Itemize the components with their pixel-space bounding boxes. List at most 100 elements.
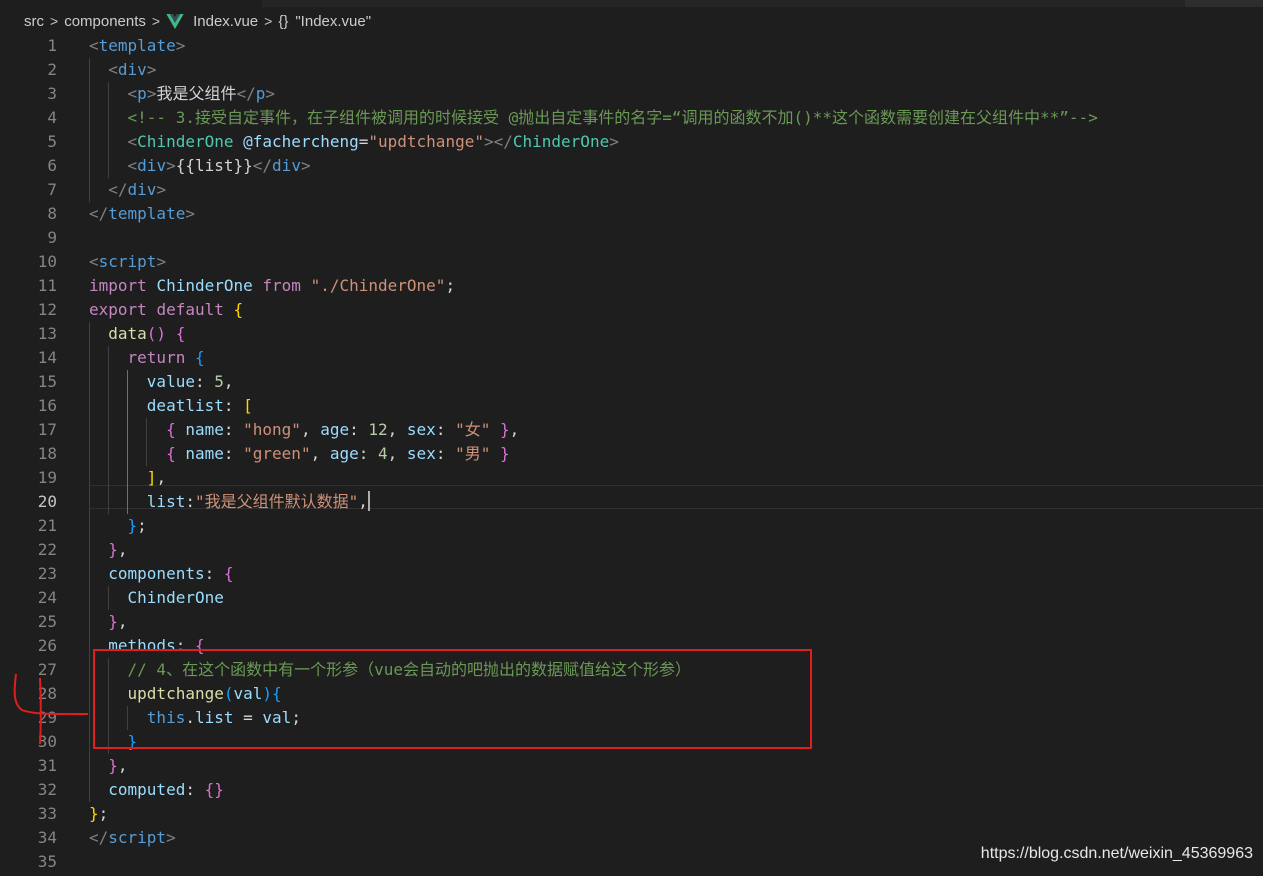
code-line[interactable]: 13 data() { (0, 322, 1263, 346)
line-code: export default { (89, 298, 243, 322)
code-line[interactable]: 14 return { (0, 346, 1263, 370)
code-token: ChinderOne (512, 132, 610, 151)
code-token: p (255, 84, 266, 103)
line-code: <div>{{list}}</div> (89, 154, 311, 178)
code-line[interactable]: 19 ], (0, 466, 1263, 490)
code-line[interactable]: 8 </template> (0, 202, 1263, 226)
breadcrumb-item-src[interactable]: src (24, 13, 44, 30)
code-token: @fachercheng (243, 132, 359, 151)
code-token: ChinderOne (156, 276, 253, 295)
code-token: } (500, 444, 510, 463)
code-line[interactable]: 32 computed: {} (0, 778, 1263, 802)
code-line[interactable]: 21 }; (0, 514, 1263, 538)
line-number: 25 (37, 612, 57, 631)
code-line[interactable]: 15 value: 5, (0, 370, 1263, 394)
code-token: </ (108, 180, 128, 199)
code-line[interactable]: 18 { name: "green", age: 4, sex: "男" } (0, 442, 1263, 466)
code-line[interactable]: 25 }, (0, 610, 1263, 634)
line-code: <div> (89, 58, 156, 82)
code-token: : (185, 492, 195, 511)
line-code: }, (89, 538, 127, 562)
code-token: "男" (455, 444, 491, 463)
code-line[interactable]: 9 (0, 226, 1263, 250)
line-code: }; (89, 514, 147, 538)
braces-icon: {} (278, 12, 289, 30)
line-code: ChinderOne (89, 586, 224, 610)
line-code: </div> (89, 178, 166, 202)
line-code: list:"我是父组件默认数据", (89, 490, 370, 514)
code-line[interactable]: 33}; (0, 802, 1263, 826)
active-tab[interactable] (0, 0, 262, 7)
code-token: </ (89, 204, 109, 223)
code-line[interactable]: 20 list:"我是父组件默认数据", (0, 490, 1263, 514)
chevron-right-icon: > (151, 13, 161, 29)
code-token: ChinderOne (137, 132, 234, 151)
code-token: "./ChinderOne" (310, 276, 446, 295)
code-token: < (89, 252, 99, 271)
breadcrumb-item-components[interactable]: components (64, 13, 146, 30)
code-token: , (387, 420, 407, 439)
code-line[interactable]: 22 }, (0, 538, 1263, 562)
line-number: 12 (37, 300, 57, 319)
code-token: { (175, 324, 186, 343)
code-token: name (185, 444, 224, 463)
code-token: "hong" (243, 420, 301, 439)
code-token: template (108, 204, 186, 223)
code-line[interactable]: 31 }, (0, 754, 1263, 778)
code-token: { (166, 444, 176, 463)
code-line[interactable]: 4 <!-- 3.接受自定事件，在子组件被调用的时候接受 @抛出自定事件的名字=… (0, 106, 1263, 130)
code-token: > (175, 36, 186, 55)
code-token: , (156, 468, 167, 487)
code-token: } (89, 804, 99, 823)
code-line[interactable]: 17 { name: "hong", age: 12, sex: "女" }, (0, 418, 1263, 442)
code-line[interactable]: 5 <ChinderOne @fachercheng="updtchange">… (0, 130, 1263, 154)
code-line[interactable]: 2 <div> (0, 58, 1263, 82)
code-line[interactable]: 7 </div> (0, 178, 1263, 202)
code-token: , (509, 420, 520, 439)
code-line[interactable]: 12 export default { (0, 298, 1263, 322)
breadcrumb-item-file[interactable]: Index.vue (193, 13, 258, 30)
code-token: : (435, 444, 456, 463)
code-line[interactable]: 6 <div>{{list}}</div> (0, 154, 1263, 178)
code-line[interactable]: 11 import ChinderOne from "./ChinderOne"; (0, 274, 1263, 298)
breadcrumb: src > components > Index.vue > {} "Index… (24, 9, 371, 33)
line-number: 9 (47, 228, 57, 247)
code-token: () (146, 324, 167, 343)
line-number: 1 (47, 36, 57, 55)
code-line[interactable]: 3 <p>我是父组件</p> (0, 82, 1263, 106)
line-number: 18 (37, 444, 57, 463)
code-token: </ (89, 828, 109, 847)
red-annotation-box (93, 649, 812, 749)
code-line[interactable]: 10 <script> (0, 250, 1263, 274)
code-line[interactable]: 1 <template> (0, 34, 1263, 58)
code-token: , (387, 444, 407, 463)
line-number: 8 (47, 204, 57, 223)
line-number: 2 (47, 60, 57, 79)
code-editor[interactable]: 1 <template> 2 <div> 3 <p>我是父组件</p> 4 <!-- 3… (0, 34, 1263, 876)
code-token: : (435, 420, 456, 439)
code-line[interactable]: 16 deatlist: [ (0, 394, 1263, 418)
breadcrumb-item-symbol[interactable]: "Index.vue" (295, 13, 371, 30)
code-token: sex (406, 444, 436, 463)
line-number: 11 (37, 276, 57, 295)
line-code: data() { (89, 322, 185, 346)
editor-actions-area (1185, 0, 1263, 7)
code-line[interactable]: 23 components: { (0, 562, 1263, 586)
code-token: } (108, 540, 118, 559)
code-token: } (127, 516, 138, 535)
chevron-right-icon: > (264, 13, 273, 29)
code-token: > (609, 132, 619, 151)
line-code: </template> (89, 202, 195, 226)
code-token: : (349, 420, 369, 439)
code-line[interactable]: 24 ChinderOne (0, 586, 1263, 610)
code-token: { (194, 348, 205, 367)
code-token: script (108, 828, 167, 847)
